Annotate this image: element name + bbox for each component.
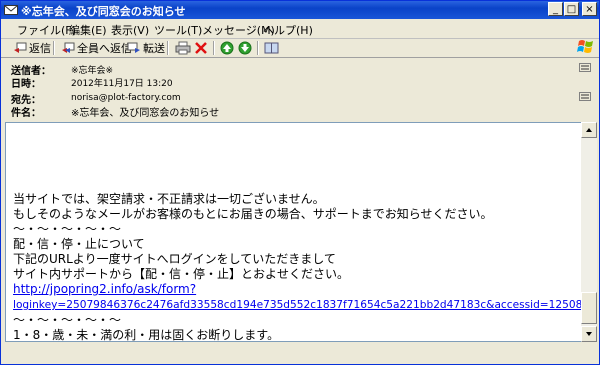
print-button[interactable]: [175, 40, 193, 56]
address-book-icon: [264, 42, 279, 54]
toolbar-separator: [53, 41, 55, 55]
message-body[interactable]: 当サイトでは、架空請求・不正請求は一切ございません。 もしそのようなメールがお客…: [5, 122, 582, 342]
vertical-scrollbar[interactable]: [581, 122, 597, 342]
status-bar: [1, 358, 599, 364]
body-line: 1・8・歳・未・満の利・用は固くお断りします。: [13, 328, 280, 342]
reply-all-button[interactable]: 全員へ返信: [61, 40, 132, 56]
minimize-button[interactable]: _: [548, 2, 563, 16]
next-button[interactable]: [238, 40, 254, 56]
subject-label: 件名：: [11, 108, 41, 119]
scroll-down-icon: [586, 332, 592, 336]
header-subject-row: 件名： ※忘年会、及び同窓会のお知らせ: [11, 104, 219, 119]
printer-icon: [175, 41, 191, 55]
maximize-button[interactable]: □: [564, 2, 579, 16]
collapse-from-icon[interactable]: [579, 63, 591, 72]
scroll-thumb[interactable]: [581, 292, 597, 324]
menu-tools[interactable]: ツール(T): [154, 22, 202, 38]
menu-view[interactable]: 表示(V): [111, 22, 149, 38]
menu-edit[interactable]: 編集(E): [69, 22, 107, 38]
date-value: 2012年11月17日 13:20: [71, 79, 173, 89]
menu-help[interactable]: ヘルプ(H): [263, 22, 313, 38]
window-title: ※忘年会、及び同窓会のお知らせ: [21, 5, 186, 18]
scroll-up-button[interactable]: [581, 122, 597, 138]
unsubscribe-link[interactable]: http://jpopring2.info/ask/form?: [13, 282, 196, 296]
unsubscribe-link-cont[interactable]: loginkey=25079846376c2476afd33558cd194e7…: [13, 299, 581, 311]
reply-icon: [14, 42, 27, 53]
toolbar-separator: [213, 41, 215, 55]
toolbar-separator: [167, 41, 169, 55]
close-button[interactable]: ×: [582, 2, 597, 16]
body-line: サイト内サポートから【配・信・停・止】とおよせください。: [13, 267, 350, 281]
delete-x-icon: [195, 42, 207, 54]
body-line: もしそのようなメールがお客様のもとにお届きの場合、サポートまでお知らせください。: [13, 207, 493, 221]
menu-file[interactable]: ファイル(F): [17, 22, 76, 38]
reply-all-label: 全員へ返信: [77, 42, 132, 55]
scroll-down-button[interactable]: [581, 326, 597, 342]
forward-button[interactable]: 転送: [127, 40, 165, 56]
previous-button[interactable]: [220, 40, 236, 56]
date-label: 日時：: [11, 79, 41, 90]
header-date-row: 日時： 2012年11月17日 13:20: [11, 75, 173, 90]
toolbar: 返信 全員へ返信 転送: [1, 38, 599, 58]
address-book-button[interactable]: [264, 40, 282, 56]
arrow-up-icon: [220, 41, 234, 55]
toolbar-separator: [257, 41, 259, 55]
to-value: norisa@plot-factory.com: [71, 93, 181, 103]
collapse-to-icon[interactable]: [579, 92, 591, 101]
subject-value: ※忘年会、及び同窓会のお知らせ: [71, 108, 220, 119]
reply-button[interactable]: 返信: [13, 40, 51, 56]
body-line: 下記のURLより一度サイトへログインをしていただきまして: [13, 252, 336, 266]
forward-icon: [127, 42, 140, 53]
body-line: 配・信・停・止について: [13, 237, 145, 251]
menu-bar: ファイル(F) 編集(E) 表示(V) ツール(T) メッセージ(M) ヘルプ(…: [1, 19, 599, 53]
message-header: 送信者： ※忘年会※ 日時： 2012年11月17日 13:20 宛先： nor…: [1, 58, 599, 122]
forward-label: 転送: [143, 42, 165, 55]
mail-icon: [4, 5, 18, 15]
arrow-down-icon: [238, 41, 252, 55]
body-line: ～・～・～・～・～: [13, 222, 122, 236]
bottom-pane: [5, 342, 597, 358]
title-bar[interactable]: ※忘年会、及び同窓会のお知らせ _ □ ×: [1, 1, 599, 19]
scroll-up-icon: [586, 128, 592, 132]
body-line: ～・～・～・～・～: [13, 313, 122, 327]
message-text: 当サイトでは、架空請求・不正請求は一切ございません。 もしそのようなメールがお客…: [13, 192, 581, 342]
body-line: 当サイトでは、架空請求・不正請求は一切ございません。: [13, 192, 325, 206]
from-value: ※忘年会※: [71, 66, 114, 76]
mail-window: ※忘年会、及び同窓会のお知らせ _ □ × ファイル(F) 編集(E) 表示(V…: [0, 0, 600, 365]
reply-label: 返信: [29, 42, 51, 55]
delete-button[interactable]: [194, 40, 210, 56]
reply-all-icon: [62, 42, 75, 53]
